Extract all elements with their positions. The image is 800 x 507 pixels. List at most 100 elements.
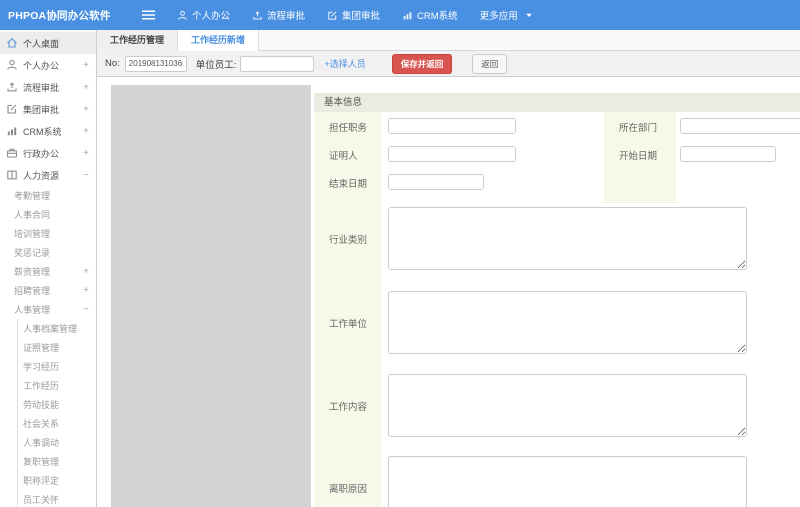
sidebar-item-label: 证照管理	[23, 343, 60, 353]
flow-icon	[6, 81, 18, 93]
start-date-input[interactable]	[680, 146, 776, 162]
sidebar-item[interactable]: 集团审批 +	[0, 98, 96, 120]
sidebar-item[interactable]: 培训管理	[0, 224, 96, 243]
expand-toggle-icon[interactable]: +	[83, 82, 89, 93]
expand-toggle-icon[interactable]: +	[83, 60, 89, 71]
certifier-label: 证明人	[329, 151, 358, 162]
sidebar-item[interactable]: 奖惩记录	[0, 243, 96, 262]
tab-bar: 工作经历管理 工作经历新增	[97, 30, 800, 51]
topnav-label: 更多应用	[479, 11, 518, 22]
topnav-label: 集团审批	[342, 11, 381, 22]
sidebar-item-label: CRM系统	[23, 126, 62, 137]
expand-toggle-icon[interactable]: +	[83, 104, 89, 115]
work-content-label: 工作内容	[329, 402, 368, 413]
topnav-personal-office[interactable]: 个人办公	[166, 0, 241, 30]
select-person-link[interactable]: +选择人员	[324, 57, 365, 70]
sidebar-item-label: 人事管理	[14, 305, 51, 315]
no-label: No:	[105, 58, 120, 69]
section-header: 基本信息	[314, 93, 800, 112]
sidebar-item[interactable]: 证照管理	[17, 338, 96, 357]
edit-icon	[6, 103, 18, 115]
expand-toggle-icon[interactable]: +	[83, 126, 89, 137]
sidebar-item[interactable]: 劳动技能	[17, 395, 96, 414]
briefcase-icon	[6, 147, 18, 159]
edit-icon	[327, 10, 338, 21]
sidebar-item-label: 复职管理	[23, 457, 60, 467]
sidebar-item[interactable]: 职称评定	[17, 471, 96, 490]
sidebar-item[interactable]: 招聘管理 +	[0, 281, 96, 300]
sidebar-item[interactable]: 人力资源 −	[0, 164, 96, 186]
sidebar-item-label: 集团审批	[23, 104, 60, 115]
leave-reason-textarea[interactable]	[388, 456, 747, 507]
topnav-label: 流程审批	[267, 11, 306, 22]
start-date-label: 开始日期	[619, 151, 658, 162]
sidebar-item[interactable]: 工作经历	[17, 376, 96, 395]
flow-icon	[252, 10, 263, 21]
sidebar-item-label: 薪资管理	[14, 267, 51, 277]
industry-textarea[interactable]	[388, 207, 747, 270]
save-and-return-button[interactable]: 保存并返回	[391, 53, 453, 74]
top-navigation: 个人办公 流程审批 集团审批 CRM系统 更多应用	[166, 0, 544, 30]
sidebar-item-label: 招聘管理	[14, 286, 51, 296]
topnav-more-apps[interactable]: 更多应用	[469, 0, 544, 30]
sidebar-item[interactable]: 学习经历	[17, 357, 96, 376]
sidebar-item[interactable]: CRM系统 +	[0, 120, 96, 142]
sidebar-item-label: 人力资源	[23, 170, 60, 181]
sidebar-item-label: 奖惩记录	[14, 248, 51, 258]
sidebar-item[interactable]: 考勤管理	[0, 186, 96, 205]
sidebar-item-label: 职称评定	[23, 476, 60, 486]
sidebar-item[interactable]: 员工关怀	[17, 490, 96, 507]
sidebar-item[interactable]: 人事管理 −	[0, 300, 96, 319]
sidebar-item-label: 学习经历	[23, 362, 60, 372]
sidebar-item[interactable]: 复职管理	[17, 452, 96, 471]
home-icon	[6, 37, 18, 49]
certifier-input[interactable]	[388, 146, 516, 162]
sidebar-item-label: 员工关怀	[23, 495, 60, 505]
company-label: 工作单位	[329, 319, 368, 330]
topnav-flow-approval[interactable]: 流程审批	[241, 0, 316, 30]
sidebar-item-label: 社会关系	[23, 419, 60, 429]
sidebar-item[interactable]: 人事合同	[0, 205, 96, 224]
sidebar-item[interactable]: 人事调动	[17, 433, 96, 452]
tab-work-history-new[interactable]: 工作经历新增	[178, 30, 260, 51]
caret-down-icon	[525, 11, 533, 19]
department-input[interactable]	[680, 118, 800, 134]
chart-icon	[402, 10, 413, 21]
sidebar-item[interactable]: 流程审批 +	[0, 76, 96, 98]
topnav-crm[interactable]: CRM系统	[391, 0, 469, 30]
sidebar-item[interactable]: 社会关系	[17, 414, 96, 433]
department-label: 所在部门	[619, 123, 658, 134]
back-button[interactable]: 返回	[472, 53, 508, 74]
sidebar-item[interactable]: 人事档案管理	[17, 319, 96, 338]
sidebar-item[interactable]: 薪资管理 +	[0, 262, 96, 281]
menu-toggle-icon[interactable]	[136, 0, 160, 30]
sidebar-item-label: 培训管理	[14, 229, 51, 239]
app-logo: PHPOA协同办公软件	[8, 9, 111, 22]
sidebar-item-label: 劳动技能	[23, 400, 60, 410]
end-date-input[interactable]	[388, 174, 484, 190]
topnav-label: 个人办公	[192, 11, 231, 22]
expand-toggle-icon[interactable]: +	[83, 266, 89, 277]
sidebar-item[interactable]: 个人办公 +	[0, 54, 96, 76]
work-content-textarea[interactable]	[388, 374, 747, 437]
book-icon	[6, 169, 18, 181]
sidebar-item-label: 行政办公	[23, 148, 60, 159]
expand-toggle-icon[interactable]: −	[83, 304, 89, 315]
position-input[interactable]	[388, 118, 516, 134]
sidebar-item-label: 人事合同	[14, 210, 51, 220]
expand-toggle-icon[interactable]: −	[83, 170, 89, 181]
company-textarea[interactable]	[388, 291, 747, 354]
expand-toggle-icon[interactable]: +	[83, 285, 89, 296]
topnav-group-approval[interactable]: 集团审批	[316, 0, 391, 30]
sidebar-item[interactable]: 行政办公 +	[0, 142, 96, 164]
no-input[interactable]	[124, 55, 187, 72]
toolbar: No: 单位员工: +选择人员 保存并返回 返回	[97, 51, 800, 77]
employee-input[interactable]	[240, 55, 315, 72]
sidebar-item-label: 工作经历	[23, 381, 60, 391]
end-date-label: 结束日期	[329, 179, 368, 190]
sidebar-item[interactable]: 个人桌面	[0, 32, 96, 54]
tab-work-history-manage[interactable]: 工作经历管理	[97, 30, 179, 51]
sidebar-item-label: 个人办公	[23, 60, 60, 71]
sidebar-item-label: 人事档案管理	[23, 324, 78, 334]
expand-toggle-icon[interactable]: +	[83, 148, 89, 159]
